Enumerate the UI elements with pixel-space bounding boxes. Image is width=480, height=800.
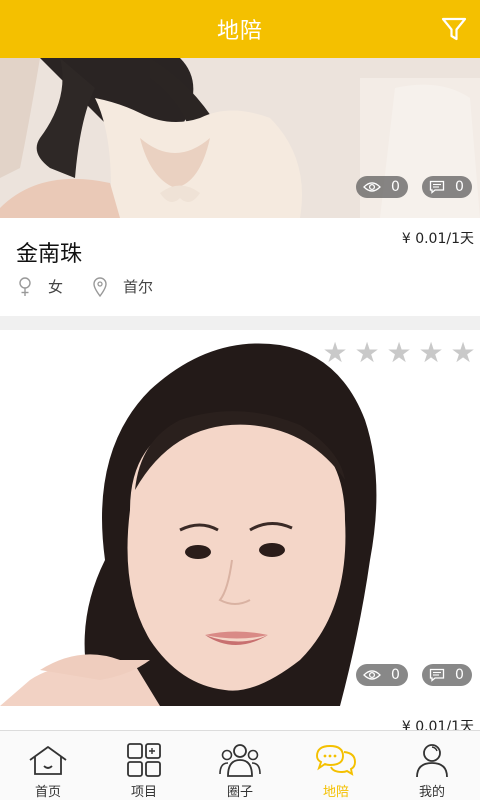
comments-badge: 0 xyxy=(422,664,472,686)
guide-card[interactable]: ★ ★ ★ ★ ★ 0 0 ¥ 0.01/1天 xyxy=(0,330,480,730)
views-badge: 0 xyxy=(356,176,408,198)
views-count: 0 xyxy=(391,667,400,683)
eye-icon xyxy=(363,670,381,680)
tab-label: 地陪 xyxy=(322,785,349,800)
star-icon: ★ xyxy=(450,336,476,369)
comment-icon xyxy=(429,668,445,682)
eye-icon xyxy=(363,182,381,192)
tab-mine[interactable]: 我的 xyxy=(384,731,480,800)
star-icon: ★ xyxy=(418,336,444,369)
star-icon: ★ xyxy=(354,336,380,369)
price-label: ¥ 0.01/1天 xyxy=(401,231,474,247)
location-pin-icon xyxy=(93,276,111,297)
views-count: 0 xyxy=(391,179,400,195)
top-bar: 地陪 xyxy=(0,0,480,58)
female-icon xyxy=(18,276,36,297)
tab-label: 圈子 xyxy=(226,785,253,800)
page-title: 地陪 xyxy=(216,19,263,44)
star-icon: ★ xyxy=(322,336,348,369)
gender-label: 女 xyxy=(48,278,64,296)
grid-icon xyxy=(122,741,166,779)
chat-bubbles-icon xyxy=(314,741,358,779)
guide-photo-image xyxy=(0,58,480,218)
guide-list[interactable]: 0 0 ¥ 0.01/1天 金南珠 女 首尔 ★ ★ ★ ★ ★ 0 0 ¥ 0… xyxy=(0,58,480,730)
rating-stars: ★ ★ ★ ★ ★ xyxy=(322,336,476,369)
guide-meta: 女 首尔 xyxy=(18,276,183,297)
comment-icon xyxy=(429,180,445,194)
guide-name: 金南珠 xyxy=(16,242,83,267)
app-screen: 地陪 0 0 ¥ 0.01/1天 金南珠 女 首尔 ★ ★ ★ ★ ★ 0 0 … xyxy=(0,0,480,800)
filter-button[interactable] xyxy=(434,9,474,49)
bottom-tab-bar: 首页 项目 圈子 地陪 我的 xyxy=(0,730,480,800)
tab-label: 我的 xyxy=(418,785,445,800)
star-icon: ★ xyxy=(386,336,412,369)
price-label: ¥ 0.01/1天 xyxy=(401,719,474,730)
views-badge: 0 xyxy=(356,664,408,686)
comments-badge: 0 xyxy=(422,176,472,198)
comments-count: 0 xyxy=(455,179,464,195)
tab-home[interactable]: 首页 xyxy=(0,731,96,800)
filter-icon xyxy=(441,17,467,41)
group-icon xyxy=(218,741,262,779)
guide-photo-image xyxy=(0,330,480,706)
guide-photo[interactable]: ★ ★ ★ ★ ★ 0 0 xyxy=(0,330,480,706)
tab-label: 首页 xyxy=(34,785,61,800)
comments-count: 0 xyxy=(455,667,464,683)
tab-circle[interactable]: 圈子 xyxy=(192,731,288,800)
tab-projects[interactable]: 项目 xyxy=(96,731,192,800)
home-icon xyxy=(26,741,70,779)
guide-card[interactable]: 0 0 ¥ 0.01/1天 金南珠 女 首尔 xyxy=(0,58,480,316)
tab-label: 项目 xyxy=(130,785,157,800)
tab-local-guide[interactable]: 地陪 xyxy=(288,731,384,800)
city-label: 首尔 xyxy=(123,278,154,296)
user-icon xyxy=(410,741,454,779)
guide-photo[interactable]: 0 0 xyxy=(0,58,480,218)
